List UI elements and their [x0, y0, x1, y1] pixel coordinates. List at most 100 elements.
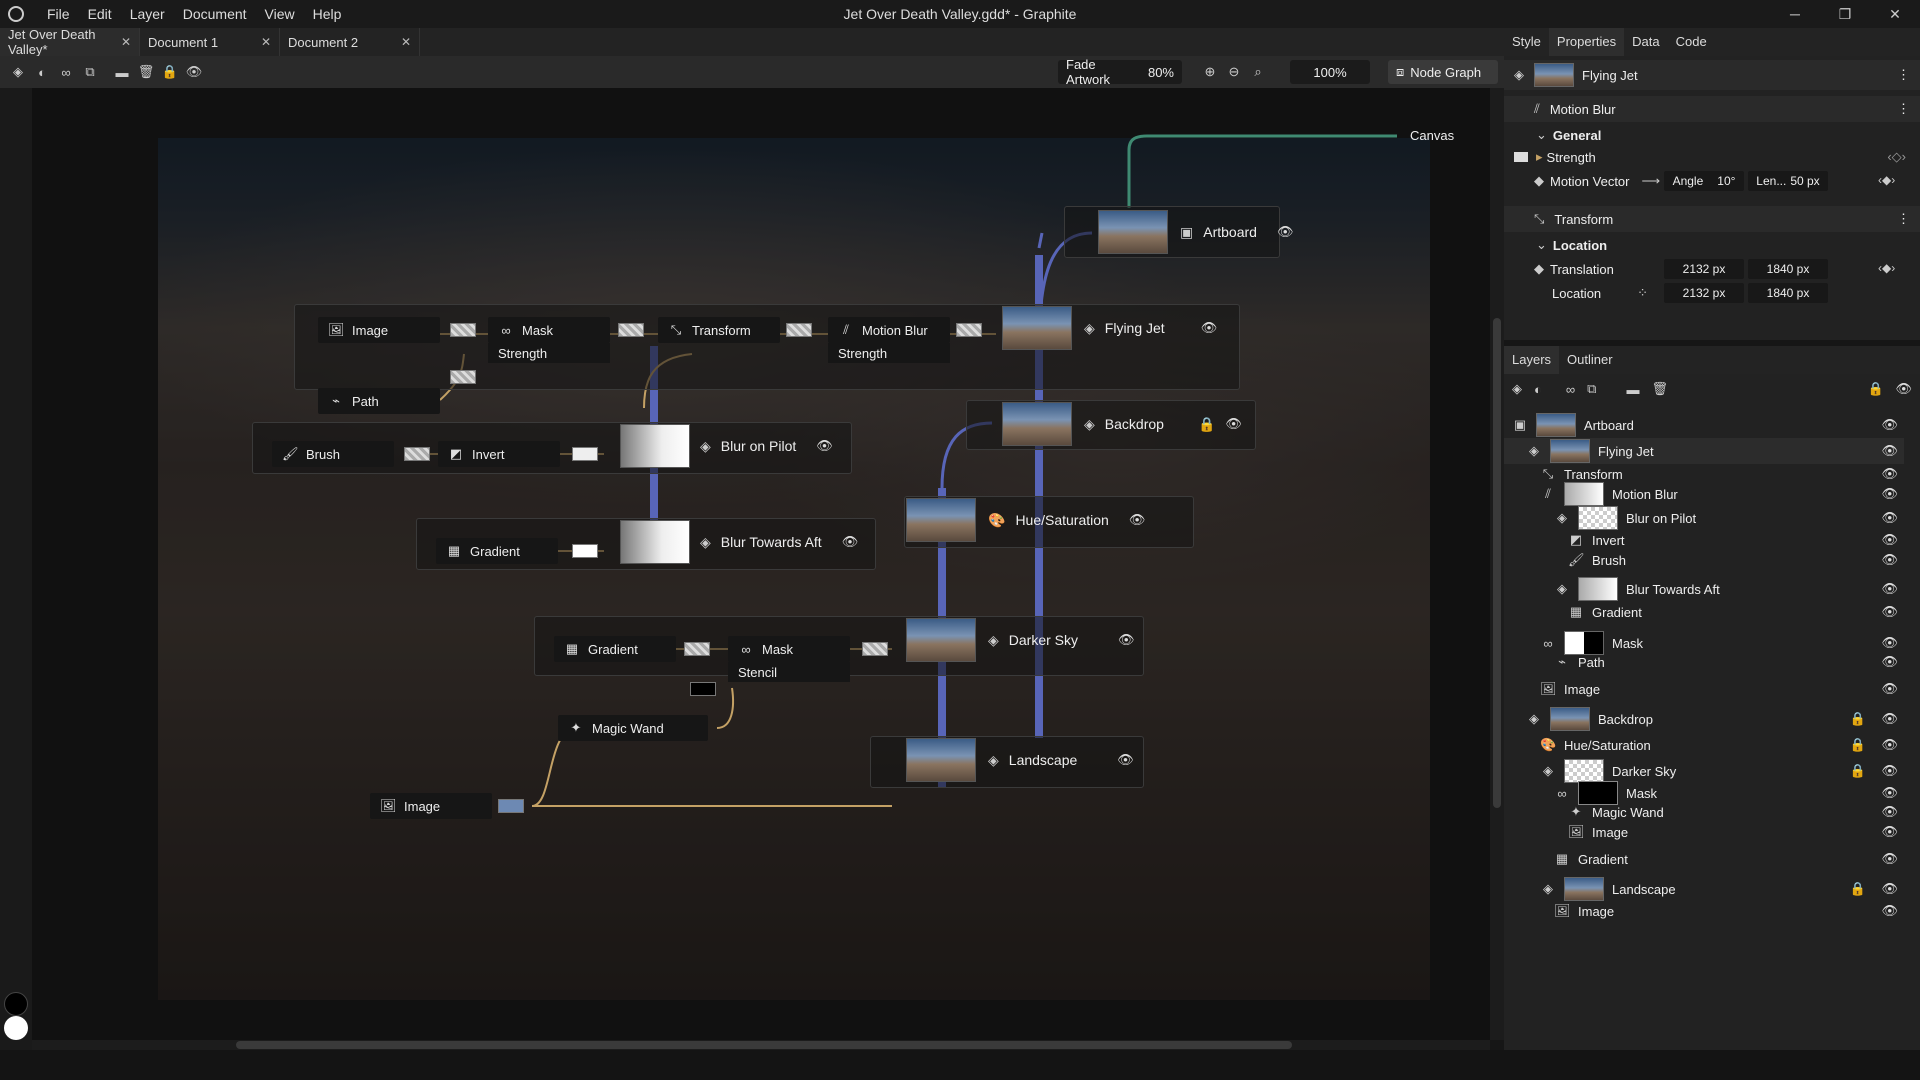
tab-code[interactable]: Code [1668, 28, 1715, 56]
layer-row[interactable]: ◈ Landscape 🔒 👁 [1504, 876, 1904, 902]
motion-blur-node[interactable]: ⫽ Motion Blur [828, 317, 950, 343]
close-window-icon[interactable]: ✕ [1870, 0, 1920, 28]
layer-row[interactable]: ▣ Artboard 👁 [1504, 412, 1904, 438]
menu-layer[interactable]: Layer [121, 6, 174, 22]
eye-icon[interactable]: 👁 [1895, 381, 1912, 397]
scroll-thumb[interactable] [236, 1041, 1292, 1049]
node-graph-viewport[interactable]: Canvas ▣ Artboard 👁 ◈ Flying Jet 👁 ◈ Bac… [32, 88, 1490, 1040]
eye-icon[interactable]: 👁 [816, 438, 833, 454]
fade-artwork-control[interactable]: Fade Artwork 80% [1058, 57, 1182, 87]
tab-outliner[interactable]: Outliner [1559, 346, 1621, 374]
translation-y-field[interactable]: 1840 px [1748, 259, 1828, 279]
zoom-in-icon[interactable]: ⊕ [1199, 61, 1221, 83]
menu-document[interactable]: Document [174, 6, 256, 22]
mask-node-1[interactable]: ∞ Mask [488, 317, 610, 343]
location-y-field[interactable]: 1840 px [1748, 283, 1828, 303]
eye-icon[interactable]: 👁 [1881, 417, 1898, 433]
menu-view[interactable]: View [256, 6, 304, 22]
layer-row[interactable]: ▦ Gradient 👁 [1504, 848, 1904, 870]
chevron-down-icon[interactable]: ⌄ [1536, 237, 1547, 253]
mask-icon[interactable]: ∞ [1566, 382, 1575, 397]
secondary-color-swatch[interactable] [4, 1016, 28, 1040]
image-node-2[interactable]: 🖼 Image [370, 793, 492, 819]
more-icon[interactable]: ⋮ [1897, 101, 1910, 117]
eye-icon[interactable]: 👁 [1881, 824, 1898, 840]
blend-mode-icon[interactable]: ◐ [31, 61, 53, 83]
blend-mode-icon[interactable]: ◐ [1534, 382, 1542, 397]
translation-x-field[interactable]: 2132 px [1664, 259, 1744, 279]
layer-row[interactable]: 🎨 Hue/Saturation 🔒 👁 [1504, 734, 1904, 756]
transform-node[interactable]: ⤡ Transform [658, 317, 780, 343]
location-x-field[interactable]: 2132 px [1664, 283, 1744, 303]
eye-icon[interactable]: 👁 [1881, 466, 1898, 482]
tab-layers[interactable]: Layers [1504, 346, 1560, 374]
lock-icon[interactable]: 🔒 [1850, 881, 1866, 897]
eye-icon[interactable]: 👁 [842, 534, 859, 550]
eye-icon[interactable]: 👁 [1129, 512, 1146, 528]
scroll-thumb[interactable] [1493, 318, 1501, 808]
gradient-node-1[interactable]: ▦ Gradient [436, 538, 558, 564]
eye-icon[interactable]: 👁 [1881, 486, 1898, 502]
layer-row[interactable]: ∞ Mask 👁 [1504, 781, 1904, 805]
eye-icon[interactable]: 👁 [1881, 510, 1898, 526]
layer-row[interactable]: ◈ Backdrop 🔒 👁 [1504, 706, 1904, 732]
eye-icon[interactable]: 👁 [1881, 532, 1898, 548]
mask-icon[interactable]: ∞ [55, 61, 77, 83]
layer-row[interactable]: ⫽ Motion Blur 👁 [1504, 482, 1904, 506]
menu-file[interactable]: File [38, 6, 79, 22]
eye-icon[interactable]: 👁 [1881, 581, 1898, 597]
doc-tab-document-1[interactable]: Document 1 ✕ [140, 28, 280, 56]
layer-row[interactable]: ⤡ Transform 👁 [1504, 464, 1904, 484]
eye-icon[interactable]: 👁 [1117, 752, 1134, 768]
layer-row[interactable]: ∞ Mask 👁 [1504, 631, 1904, 655]
eye-icon[interactable]: 👁 [1881, 552, 1898, 568]
eye-icon[interactable]: 👁 [1277, 224, 1294, 240]
zoom-field[interactable]: 100% [1290, 60, 1370, 84]
eye-icon[interactable]: 👁 [1881, 763, 1898, 779]
more-icon[interactable]: ⋮ [1897, 211, 1910, 227]
eye-icon[interactable]: 👁 [183, 61, 205, 83]
layer-row[interactable]: ◈ Flying Jet 👁 [1504, 438, 1904, 464]
tab-style[interactable]: Style [1504, 28, 1549, 56]
pivot-icon[interactable]: ⁘ [1637, 285, 1648, 301]
eye-icon[interactable]: 👁 [1881, 881, 1898, 897]
close-tab-icon[interactable]: ✕ [401, 35, 411, 49]
mask-strength-param[interactable]: Strength [488, 343, 610, 363]
menu-help[interactable]: Help [304, 6, 351, 22]
lock-icon[interactable]: 🔒 [159, 61, 181, 83]
lock-icon[interactable]: 🔒 [1868, 381, 1884, 397]
length-field[interactable]: Len... 50 px [1748, 171, 1828, 191]
layer-row[interactable]: ◩ Invert 👁 [1504, 530, 1904, 550]
boolean-icon[interactable]: ⧉ [1587, 381, 1596, 397]
lock-icon[interactable]: 🔒 [1850, 711, 1866, 727]
eye-icon[interactable]: 👁 [1881, 443, 1898, 459]
chevron-down-icon[interactable]: ⌄ [1536, 127, 1547, 143]
eye-icon[interactable]: 👁 [1881, 711, 1898, 727]
layer-row[interactable]: ◈ Darker Sky 🔒 👁 [1504, 758, 1904, 784]
eye-icon[interactable]: 👁 [1881, 604, 1898, 620]
zoom-out-icon[interactable]: ⊖ [1223, 61, 1245, 83]
layer-stack-icon[interactable]: ◈ [7, 61, 29, 83]
folder-icon[interactable]: ▬ [1626, 382, 1639, 397]
maximize-icon[interactable]: ❐ [1820, 0, 1870, 28]
eye-icon[interactable]: 👁 [1881, 654, 1898, 670]
trash-icon[interactable]: 🗑 [135, 61, 157, 83]
layer-row[interactable]: 🖼 Image 👁 [1504, 900, 1904, 922]
brush-node[interactable]: 🖌 Brush [272, 441, 394, 467]
keyframe-icon[interactable]: ‹◆› [1878, 173, 1895, 187]
layer-row[interactable]: 🖌 Brush 👁 [1504, 550, 1904, 570]
eye-icon[interactable]: 👁 [1881, 903, 1898, 919]
close-tab-icon[interactable]: ✕ [121, 35, 131, 49]
close-tab-icon[interactable]: ✕ [261, 35, 271, 49]
lock-icon[interactable]: 🔒 [1850, 763, 1866, 779]
eye-icon[interactable]: 👁 [1881, 737, 1898, 753]
boolean-icon[interactable]: ⧉ [79, 61, 101, 83]
layer-row[interactable]: ⌁ Path 👁 [1504, 652, 1904, 672]
node-graph-toggle[interactable]: ⧈ Node Graph [1388, 60, 1498, 84]
motion-blur-strength-param[interactable]: Strength [828, 343, 950, 363]
layer-row[interactable]: 🖼 Image 👁 [1504, 678, 1904, 700]
lock-icon[interactable]: 🔒 [1198, 416, 1215, 433]
layer-row[interactable]: ◈ Blur Towards Aft 👁 [1504, 576, 1904, 602]
invert-node[interactable]: ◩ Invert [438, 441, 560, 467]
layer-stack-icon[interactable]: ◈ [1512, 381, 1522, 397]
